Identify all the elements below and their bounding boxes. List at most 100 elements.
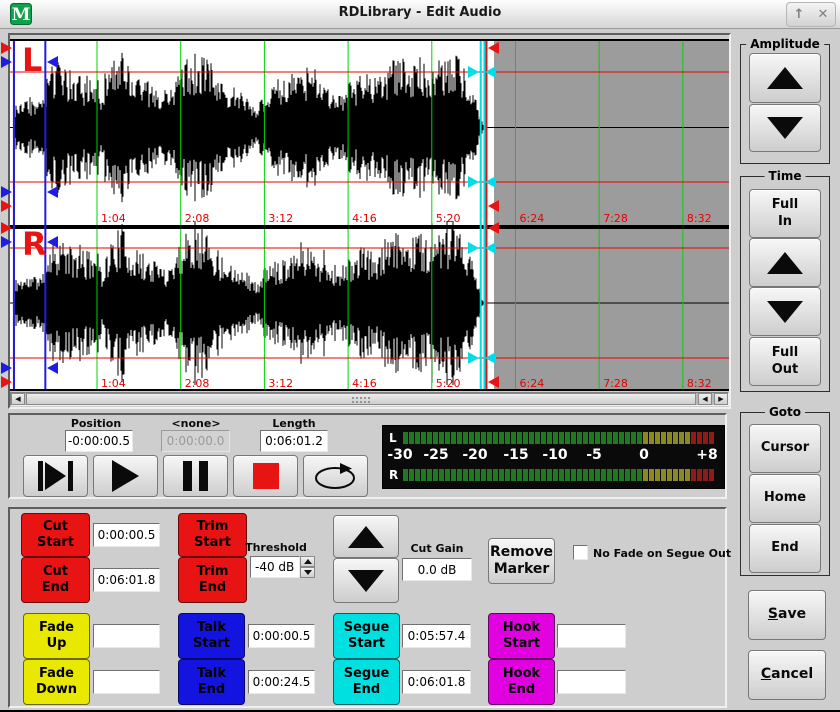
- channel-label: L: [22, 41, 42, 79]
- hook-end-field[interactable]: [557, 670, 626, 694]
- meter-segment: [511, 432, 516, 444]
- meter-segment: [457, 469, 462, 481]
- meter-segment: [451, 469, 456, 481]
- cut-start-button[interactable]: CutStart: [21, 513, 90, 557]
- meter-segment: [529, 469, 534, 481]
- length-field[interactable]: 0:06:01.2: [260, 430, 328, 452]
- meter-segment: [571, 432, 576, 444]
- meter-segment: [589, 469, 594, 481]
- meter-segment: [517, 469, 522, 481]
- play-button[interactable]: [93, 455, 158, 497]
- amplitude-down-button[interactable]: [749, 104, 821, 152]
- time-full-in-button[interactable]: FullIn: [749, 189, 821, 238]
- meter-segment: [583, 432, 588, 444]
- trim-start-button[interactable]: TrimStart: [178, 513, 247, 557]
- time-zoom-in-button[interactable]: [749, 238, 821, 287]
- waveform-display[interactable]: LR1:041:042:082:083:123:124:164:165:205:…: [10, 35, 729, 391]
- meter-segment: [655, 469, 660, 481]
- save-button[interactable]: Save: [748, 590, 826, 640]
- cancel-button[interactable]: Cancel: [748, 650, 826, 700]
- restore-icon[interactable]: ↑: [794, 8, 805, 21]
- meter-segment: [637, 432, 642, 444]
- arrow-up-icon: [348, 526, 384, 548]
- meter-segment: [457, 432, 462, 444]
- meter-segment: [475, 432, 480, 444]
- amplitude-up-button[interactable]: [749, 53, 821, 103]
- segue-start-field[interactable]: 0:05:57.4: [402, 624, 471, 648]
- hook-start-field[interactable]: [557, 624, 626, 648]
- scroll-left-button-2[interactable]: ◀: [698, 393, 712, 405]
- talk-start-button[interactable]: TalkStart: [178, 613, 245, 659]
- close-icon[interactable]: ✕: [818, 8, 829, 21]
- meter-segment: [415, 432, 420, 444]
- stop-button[interactable]: [233, 455, 298, 497]
- cut-gain-field[interactable]: 0.0 dB: [402, 558, 472, 581]
- meter-segment: [661, 469, 666, 481]
- scroll-right-button[interactable]: ▶: [714, 393, 728, 405]
- fade-down-field[interactable]: [93, 670, 160, 694]
- meter-scale-label: -10: [542, 447, 567, 463]
- gain-up-button[interactable]: [333, 515, 399, 558]
- goto-cursor-button[interactable]: Cursor: [749, 424, 821, 473]
- gain-down-button[interactable]: [333, 558, 399, 603]
- marker-panel: CutStart 0:00:00.5 CutEnd 0:06:01.8 Trim…: [8, 507, 727, 708]
- threshold-spinbox[interactable]: -40 dB: [250, 556, 300, 578]
- cue-play-button[interactable]: [23, 455, 88, 497]
- time-tick-label: 5:20: [436, 212, 461, 225]
- time-full-out-button[interactable]: FullOut: [749, 337, 821, 386]
- play-icon: [112, 460, 139, 492]
- no-fade-checkbox[interactable]: [573, 545, 588, 560]
- meter-segment: [595, 469, 600, 481]
- time-tick-label: 2:08: [185, 212, 210, 225]
- meter-segment: [631, 432, 636, 444]
- goto-home-button[interactable]: Home: [749, 474, 821, 523]
- loop-button[interactable]: [303, 455, 368, 497]
- segue-end-field[interactable]: 0:06:01.8: [402, 670, 471, 694]
- cut-gain-label: Cut Gain: [402, 542, 472, 555]
- waveform-scrollbar[interactable]: ◀ ◀ ▶: [10, 392, 729, 406]
- meter-segment: [601, 432, 606, 444]
- remove-marker-button[interactable]: RemoveMarker: [488, 538, 555, 584]
- meter-segment: [469, 432, 474, 444]
- fade-up-button[interactable]: FadeUp: [23, 613, 90, 659]
- cut-end-button[interactable]: CutEnd: [21, 557, 90, 603]
- fade-down-button[interactable]: FadeDown: [23, 659, 90, 705]
- window-controls: ↑ ✕: [786, 2, 836, 27]
- meter-segment: [631, 469, 636, 481]
- segue-start-button[interactable]: SegueStart: [333, 613, 400, 659]
- pause-button[interactable]: [163, 455, 228, 497]
- fade-up-field[interactable]: [93, 624, 160, 648]
- meter-segment: [685, 432, 690, 444]
- position-field[interactable]: -0:00:00.5: [65, 430, 133, 452]
- hook-end-button[interactable]: HookEnd: [488, 659, 555, 705]
- meter-segment: [577, 432, 582, 444]
- hook-start-button[interactable]: HookStart: [488, 613, 555, 659]
- scrollbar-thumb[interactable]: [26, 393, 696, 405]
- talk-end-field[interactable]: 0:00:24.5: [248, 670, 315, 694]
- talk-start-field[interactable]: 0:00:00.5: [248, 624, 315, 648]
- meter-segment: [649, 432, 654, 444]
- goto-end-button[interactable]: End: [749, 524, 821, 573]
- meter-segment: [673, 469, 678, 481]
- time-zoom-out-button[interactable]: [749, 287, 821, 336]
- meter-segment: [643, 469, 648, 481]
- arrow-up-icon: [767, 67, 803, 89]
- segue-end-button[interactable]: SegueEnd: [333, 659, 400, 705]
- meter-segment: [499, 469, 504, 481]
- talk-end-button[interactable]: TalkEnd: [178, 659, 245, 705]
- meter-segment: [523, 469, 528, 481]
- time-tick-label: 3:12: [268, 212, 293, 225]
- meter-segment: [439, 432, 444, 444]
- title-bar[interactable]: M RDLibrary - Edit Audio ↑ ✕: [0, 0, 840, 29]
- trim-end-button[interactable]: TrimEnd: [178, 557, 247, 603]
- stop-icon: [253, 463, 279, 489]
- cut-start-field[interactable]: 0:00:00.5: [93, 523, 160, 547]
- cut-end-field[interactable]: 0:06:01.8: [93, 568, 160, 592]
- meter-segment: [505, 469, 510, 481]
- meter-segment: [463, 432, 468, 444]
- cue-name-label: <none>: [156, 417, 236, 430]
- scroll-left-button[interactable]: ◀: [11, 393, 25, 405]
- meter-segment: [427, 469, 432, 481]
- threshold-spin-down[interactable]: [300, 567, 315, 578]
- threshold-spin-up[interactable]: [300, 556, 315, 567]
